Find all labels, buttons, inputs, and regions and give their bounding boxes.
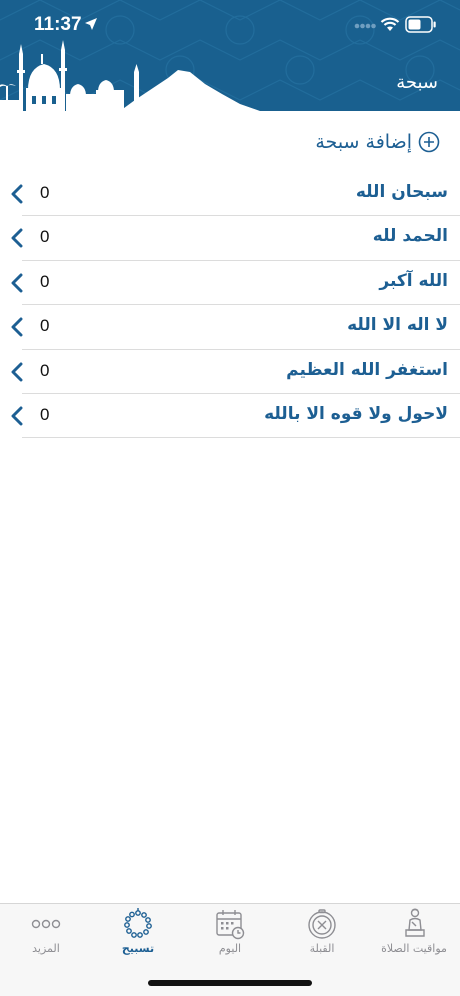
tasbih-label: الحمد لله [372, 226, 448, 247]
header: 11:37 سبحة [0, 0, 460, 111]
wifi-icon [380, 17, 400, 31]
list-item[interactable]: 0 الحمد لله [0, 216, 460, 261]
tab-more[interactable]: المزيد [0, 904, 92, 974]
tab-label: المزيد [32, 942, 60, 955]
status-time: 11:37 [34, 14, 82, 35]
cellular-signal-icon [354, 23, 376, 29]
prayer-beads-icon [124, 908, 152, 938]
praying-person-icon [405, 908, 425, 937]
chevron-left-icon [11, 317, 23, 337]
tasbih-count: 0 [40, 316, 50, 336]
tasbih-label: سبحان الله [355, 182, 448, 202]
more-icon [31, 919, 61, 929]
page-title: سبحة [396, 72, 438, 93]
compass-icon [308, 909, 336, 939]
list-item[interactable]: 0 لاحول ولا قوه الا بالله [0, 394, 460, 439]
tab-label: تسبيح [121, 942, 155, 955]
tab-qibla[interactable]: القبلة [276, 904, 368, 974]
tasbih-count: 0 [40, 404, 50, 424]
list-item[interactable]: 0 سبحان الله [0, 172, 460, 217]
chevron-left-icon [11, 362, 23, 382]
tab-tasbih[interactable]: تسبيح [92, 904, 184, 974]
list-item[interactable]: 0 الله آكبر [0, 261, 460, 306]
tab-today[interactable]: اليوم [184, 904, 276, 974]
divider [22, 437, 460, 439]
chevron-left-icon [11, 228, 23, 248]
calendar-icon [216, 910, 245, 940]
tab-label: مواقيت الصلاة [381, 942, 447, 955]
tab-label: اليوم [218, 942, 242, 955]
tasbih-label: الله آكبر [379, 270, 448, 291]
tasbih-count: 0 [40, 227, 50, 247]
add-tasbih-label: إضافة سبحة [315, 131, 412, 153]
list-item[interactable]: 0 استغفر الله العظيم [0, 350, 460, 394]
battery-icon [405, 16, 436, 33]
tasbih-count: 0 [40, 271, 50, 291]
tasbih-label: استغفر الله العظيم [286, 359, 448, 380]
tab-label: القبلة [309, 942, 335, 955]
chevron-left-icon [11, 184, 23, 204]
chevron-left-icon [11, 406, 23, 426]
tasbih-label: لا اله الا الله [347, 315, 448, 336]
chevron-left-icon [11, 273, 23, 293]
tasbih-list: 0 سبحان الله 0 الحمد لله 0 الله آكبر 0 ل… [0, 172, 460, 439]
add-tasbih-button[interactable]: إضافة سبحة [315, 128, 440, 156]
tab-prayer-times[interactable]: مواقيت الصلاة [368, 904, 460, 974]
mosque-skyline-illustration [0, 40, 260, 111]
list-item[interactable]: 0 لا اله الا الله [0, 305, 460, 350]
tasbih-count: 0 [40, 183, 50, 202]
add-circle-icon [418, 131, 440, 153]
home-indicator [148, 980, 312, 986]
tasbih-count: 0 [40, 360, 50, 380]
location-arrow-icon [85, 18, 97, 30]
tasbih-label: لاحول ولا قوه الا بالله [264, 403, 448, 424]
